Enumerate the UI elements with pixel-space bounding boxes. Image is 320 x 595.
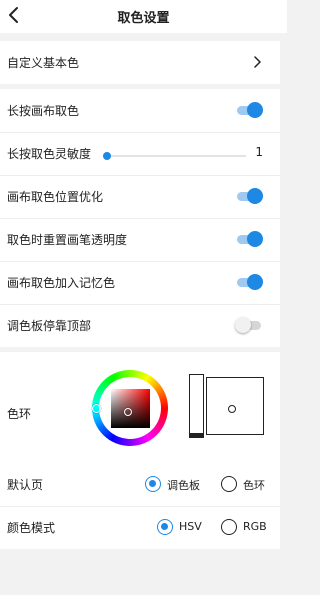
default-page-row: 默认页 调色板 色环 [0,463,280,506]
radio-circle[interactable] [157,519,173,535]
sensitivity-row: 长按取色灵敏度 1 [0,132,280,175]
sv-selector[interactable] [124,408,132,416]
position-opt-label: 画布取色位置优化 [7,190,104,204]
hue-selector[interactable] [92,404,101,413]
add-memory-toggle[interactable] [235,274,263,290]
slider-track [104,155,246,157]
reset-opacity-row: 取色时重置画笔透明度 [0,218,280,261]
palette-top-toggle[interactable] [235,317,263,333]
color-mode-label: 颜色模式 [7,521,56,535]
position-opt-toggle[interactable] [235,188,263,204]
page-title: 取色设置 [117,11,170,26]
radio-circle[interactable] [221,476,237,492]
custom-color-card: 自定义基本色 [0,41,280,84]
add-memory-label: 画布取色加入记忆色 [7,276,116,290]
reset-opacity-label: 取色时重置画笔透明度 [7,233,128,247]
radio-hsv-label: HSV [179,520,202,533]
radio-circle[interactable] [221,519,237,535]
reset-opacity-toggle[interactable] [235,231,263,247]
default-page-label: 默认页 [7,478,44,492]
sensitivity-value: 1 [255,145,263,159]
color-ring-card: 色环 [0,352,280,464]
add-memory-row: 画布取色加入记忆色 [0,261,280,304]
radio-ring-label: 色环 [243,479,265,492]
long-press-canvas-label: 长按画布取色 [7,104,80,118]
slider-knob[interactable] [103,152,111,160]
page-mode-card: 默认页 调色板 色环 颜色模式 HSV RGB [0,463,280,549]
header-bar: 取色设置 [0,0,287,33]
sensitivity-slider[interactable] [103,152,246,160]
color-ring-label: 色环 [7,407,32,421]
custom-base-color-row[interactable]: 自定义基本色 [0,41,280,84]
radio-circle[interactable] [145,476,161,492]
palette-top-row: 调色板停靠顶部 [0,304,280,347]
color-mode-row: 颜色模式 HSV RGB [0,506,280,549]
radio-rgb-label: RGB [243,520,267,533]
long-press-canvas-row: 长按画布取色 [0,89,280,132]
picker-settings-card: 长按画布取色 长按取色灵敏度 1 画布取色位置优化 取色时重置画笔透明度 画布取… [0,89,280,347]
radio-palette-label: 调色板 [167,479,200,492]
box-preview-selector [228,405,236,413]
chevron-right-icon [254,56,261,68]
custom-base-color-label: 自定义基本色 [7,56,80,70]
vertical-bar-preview[interactable] [189,374,204,438]
sensitivity-label: 长按取色灵敏度 [7,147,92,161]
long-press-canvas-toggle[interactable] [235,102,263,118]
position-opt-row: 画布取色位置优化 [0,175,280,218]
palette-top-label: 调色板停靠顶部 [7,319,92,333]
